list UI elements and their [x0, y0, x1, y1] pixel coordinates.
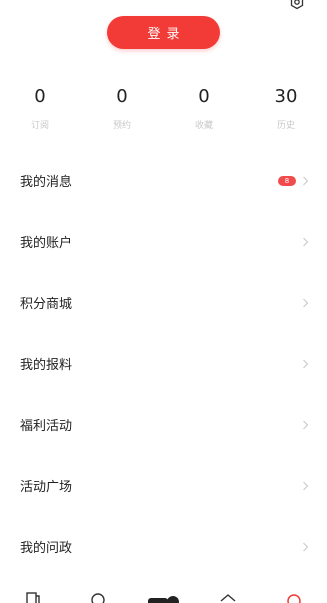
- menu-item-welfare[interactable]: 福利活动: [0, 394, 327, 455]
- chevron-right-icon: [303, 298, 309, 307]
- menu-item-points-mall[interactable]: 积分商城: [0, 272, 327, 333]
- stat-label: 收藏: [194, 121, 213, 131]
- stat-value: 30: [274, 86, 298, 107]
- unread-badge: 8: [278, 175, 296, 186]
- search-icon[interactable]: [89, 591, 107, 603]
- home-icon[interactable]: [219, 591, 237, 603]
- chevron-right-icon: [303, 542, 309, 551]
- menu-item-label: 我的消息: [20, 175, 73, 190]
- menu-item-label: 活动广场: [20, 480, 73, 495]
- stat-value: 0: [198, 86, 210, 107]
- bottom-tab-bar: [0, 591, 327, 603]
- menu-item-account[interactable]: 我的账户: [0, 211, 327, 272]
- stat-label: 预约: [112, 121, 131, 131]
- video-icon[interactable]: [147, 591, 181, 603]
- menu-item-reports[interactable]: 我的报料: [0, 333, 327, 394]
- stats-row: 0 订阅 0 预约 0 收藏 30 历史: [0, 86, 327, 136]
- chevron-right-icon: [303, 481, 309, 490]
- chevron-right-icon: [303, 176, 309, 185]
- stat-history[interactable]: 30 历史: [256, 86, 316, 132]
- stat-value: 0: [116, 86, 128, 107]
- menu-item-label: 我的报料: [20, 358, 73, 373]
- menu-item-label: 福利活动: [20, 419, 73, 434]
- chevron-right-icon: [303, 237, 309, 246]
- profile-icon[interactable]: [285, 591, 303, 603]
- menu-item-label: 我的问政: [20, 541, 73, 556]
- menu-item-activity-plaza[interactable]: 活动广场: [0, 455, 327, 516]
- menu-item-inquiries[interactable]: 我的问政: [0, 516, 327, 577]
- login-button[interactable]: 登录: [107, 16, 220, 49]
- menu-item-label: 积分商城: [20, 297, 73, 312]
- stat-value: 0: [34, 86, 46, 107]
- chevron-right-icon: [303, 420, 309, 429]
- menu-item-messages[interactable]: 我的消息 8: [0, 150, 327, 211]
- stat-subscribe[interactable]: 0 订阅: [10, 86, 70, 132]
- chevron-right-icon: [303, 359, 309, 368]
- news-icon[interactable]: [25, 591, 41, 603]
- settings-gear-icon[interactable]: [289, 0, 305, 10]
- stat-reservation[interactable]: 0 预约: [92, 86, 152, 132]
- stat-favorites[interactable]: 0 收藏: [174, 86, 234, 132]
- menu-item-label: 我的账户: [20, 236, 73, 251]
- stat-label: 订阅: [30, 121, 49, 131]
- stat-label: 历史: [276, 121, 295, 131]
